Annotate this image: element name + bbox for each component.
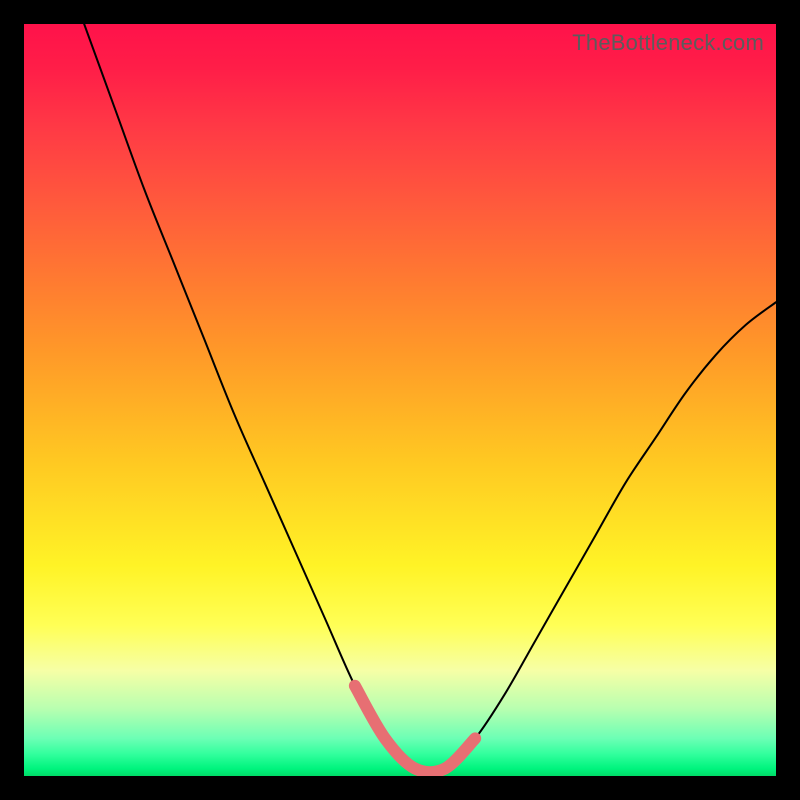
chart-frame: TheBottleneck.com (0, 0, 800, 800)
chart-svg (24, 24, 776, 776)
watermark-text: TheBottleneck.com (572, 30, 764, 56)
bottleneck-curve (84, 24, 776, 772)
selected-range-highlight (355, 686, 475, 772)
plot-area: TheBottleneck.com (24, 24, 776, 776)
